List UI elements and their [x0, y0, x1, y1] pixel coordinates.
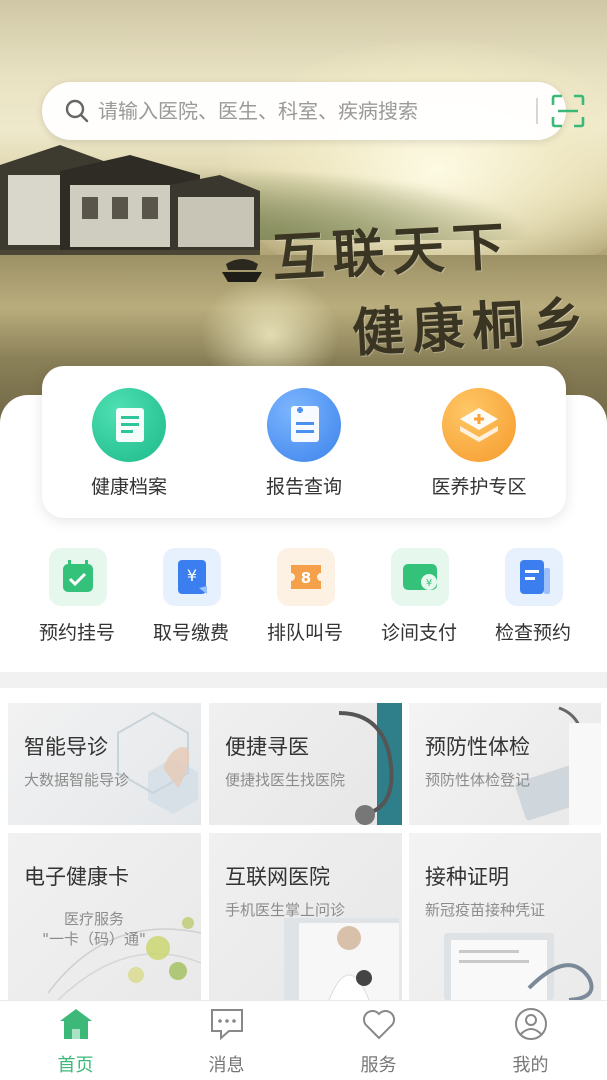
exam-doc-icon [505, 548, 563, 606]
service-title: 接种证明 [425, 865, 509, 889]
service-subtitle: 新冠疫苗接种凭证 [425, 901, 546, 919]
tab-label: 服务 [360, 1055, 397, 1076]
report-icon [267, 388, 341, 462]
search-input[interactable] [98, 92, 518, 130]
scan-icon[interactable] [550, 94, 586, 128]
doctor-clipboard-image [515, 706, 601, 825]
message-icon [211, 1009, 243, 1041]
banner-slogan-line2: 健康桐乡 [350, 290, 594, 365]
search-divider [536, 98, 538, 124]
medical-layers-icon [442, 388, 516, 462]
service-physical-exam[interactable]: 预防性体检 预防性体检登记 [409, 703, 601, 825]
service-subtitle: 便捷找医生找医院 [225, 771, 346, 789]
feature-care-zone[interactable]: 医养护专区 [404, 388, 554, 508]
main-features-card: 健康档案 报告查询 医养护专区 [42, 366, 566, 518]
quick-action-exam[interactable]: 检查预约 [476, 548, 590, 648]
tab-label: 我的 [512, 1055, 549, 1076]
svg-text:¥: ¥ [187, 566, 197, 585]
service-title: 智能导诊 [24, 735, 108, 759]
service-title: 便捷寻医 [225, 735, 309, 759]
quick-action-label: 诊间支付 [380, 622, 457, 644]
service-title: 电子健康卡 [24, 865, 129, 889]
search-bar[interactable] [42, 82, 585, 140]
user-icon [515, 1008, 547, 1040]
document-icon [92, 388, 166, 462]
service-subtitle: 大数据智能导诊 [24, 771, 130, 789]
feature-label: 健康档案 [90, 476, 167, 498]
quick-action-label: 预约挂号 [38, 622, 115, 644]
quick-action-queue[interactable]: 8 排队叫号 [248, 548, 362, 648]
service-title: 互联网医院 [225, 865, 330, 889]
yuan-ticket-icon: ¥ [163, 548, 221, 606]
quick-action-label: 排队叫号 [266, 622, 343, 644]
feature-health-records[interactable]: 健康档案 [54, 388, 204, 508]
quick-action-clinic-pay[interactable]: ¥ 诊间支付 [362, 548, 476, 648]
tab-label: 消息 [208, 1055, 245, 1076]
feature-report-query[interactable]: 报告查询 [229, 388, 379, 508]
service-find-doctor[interactable]: 便捷寻医 便捷找医生找医院 [209, 703, 402, 825]
clipboard-stethoscope-image [444, 933, 594, 1000]
quick-action-payment[interactable]: ¥ 取号缴费 [134, 548, 248, 648]
tab-home[interactable]: 首页 [0, 1001, 151, 1080]
heart-icon [363, 1010, 395, 1040]
quick-action-label: 检查预约 [494, 622, 571, 644]
queue-number-icon: 8 [277, 548, 335, 606]
banner-slogan-line1: 互联天下 [270, 215, 514, 290]
section-divider [0, 672, 607, 688]
tab-label: 首页 [57, 1055, 94, 1076]
hexagon-tech-image [117, 711, 198, 814]
svg-text:¥: ¥ [426, 578, 432, 589]
service-vaccine-proof[interactable]: 接种证明 新冠疫苗接种凭证 [409, 833, 601, 1000]
tab-messages[interactable]: 消息 [151, 1001, 302, 1080]
service-health-card[interactable]: 电子健康卡 医疗服务 "一卡（码）通" [8, 833, 201, 1000]
service-subtitle-line1: 医疗服务 [63, 910, 124, 928]
doctor-phone-image [284, 918, 399, 1000]
service-internet-hospital[interactable]: 互联网医院 手机医生掌上问诊 [209, 833, 402, 1000]
boat-image [222, 259, 262, 282]
feature-label: 报告查询 [265, 476, 342, 498]
quick-action-label: 取号缴费 [152, 622, 229, 644]
home-screen: 互联天下 健康桐乡 请输入医院、医生、科室、疾病搜索 健康档案 报告查询 医养护… [0, 0, 607, 1080]
stethoscope-image [338, 703, 402, 825]
bottom-tab-bar: 首页 消息 服务 我的 [0, 1000, 607, 1080]
home-icon [60, 1009, 92, 1039]
service-subtitle: 医疗服务 "一卡（码）通" [24, 909, 164, 949]
service-subtitle: 预防性体检登记 [425, 771, 531, 789]
quick-actions: 预约挂号 ¥ 取号缴费 8 排队叫号 ¥ 诊间支付 检查预约 [0, 548, 607, 648]
tab-services[interactable]: 服务 [303, 1001, 454, 1080]
feature-label: 医养护专区 [431, 476, 527, 498]
service-subtitle: 手机医生掌上问诊 [225, 901, 346, 919]
service-title: 预防性体检 [425, 735, 530, 759]
service-subtitle-line2: "一卡（码）通" [42, 930, 146, 948]
wallet-icon: ¥ [391, 548, 449, 606]
tab-profile[interactable]: 我的 [455, 1001, 606, 1080]
calendar-check-icon [49, 548, 107, 606]
svg-text:8: 8 [301, 569, 311, 587]
search-icon [65, 99, 89, 123]
service-smart-triage[interactable]: 智能导诊 大数据智能导诊 [8, 703, 201, 825]
quick-action-appointment[interactable]: 预约挂号 [20, 548, 134, 648]
